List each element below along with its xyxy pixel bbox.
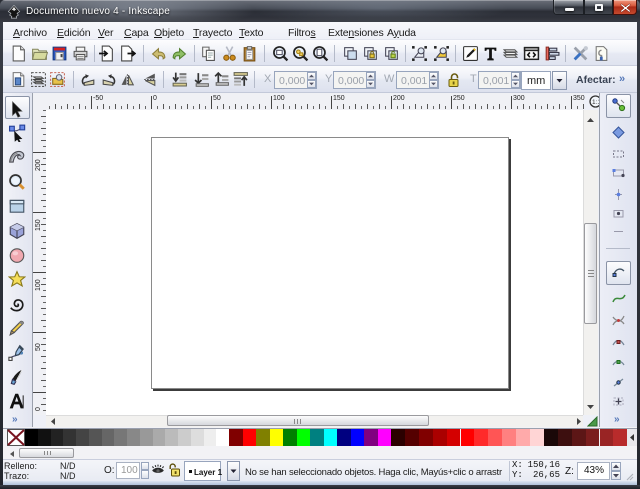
svg-text:200: 200: [35, 159, 42, 171]
svg-text:0: 0: [35, 407, 42, 411]
svg-text:150: 150: [35, 219, 42, 231]
svg-text:100: 100: [35, 279, 42, 291]
